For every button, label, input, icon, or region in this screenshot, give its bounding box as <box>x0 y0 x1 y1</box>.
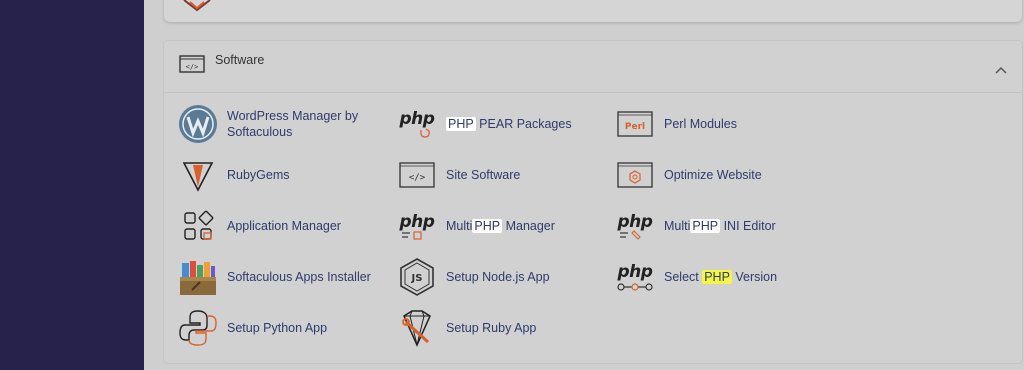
section-title: Software <box>215 53 265 67</box>
select-php-version-icon: php <box>615 257 655 297</box>
optimize-website-link[interactable]: Optimize Website <box>615 155 762 195</box>
svg-text:</>: </> <box>409 173 426 183</box>
select-php-version-link[interactable]: php Select PHP Version <box>615 257 777 297</box>
php-pear-packages-link[interactable]: php PHP PEAR Packages <box>397 104 572 144</box>
multiphp-ini-editor-link[interactable]: php Multi PHP INI Editor <box>615 206 776 246</box>
chevron-up-icon[interactable] <box>995 59 1007 78</box>
label-prefix: Select <box>664 270 703 284</box>
label-suffix: INI Editor <box>720 219 776 233</box>
rubygems-link[interactable]: RubyGems <box>178 155 290 195</box>
item-label: RubyGems <box>227 168 290 182</box>
rubygems-icon <box>178 155 218 195</box>
search-highlight: PHP <box>446 117 476 131</box>
setup-ruby-app-link[interactable]: Setup Ruby App <box>397 308 536 348</box>
python-icon <box>178 308 218 348</box>
multiphp-ini-editor-icon: php <box>615 206 655 246</box>
svg-text:</>: </> <box>186 63 199 71</box>
php-pear-icon: php <box>397 104 437 144</box>
site-software-link[interactable]: </> Site Software <box>397 155 520 195</box>
item-label: Optimize Website <box>664 168 762 182</box>
label-prefix: Multi <box>664 219 691 233</box>
item-label: WordPress Manager by Softaculous <box>227 109 359 139</box>
item-label: Setup Ruby App <box>446 321 537 335</box>
perl-modules-link[interactable]: Perl Perl Modules <box>615 104 737 144</box>
label-suffix: PEAR Packages <box>475 117 572 131</box>
multiphp-manager-link[interactable]: php Multi PHP Manager <box>397 206 555 246</box>
svg-text:JS: JS <box>411 273 423 284</box>
setup-python-app-link[interactable]: Setup Python App <box>178 308 327 348</box>
wordpress-manager-link[interactable]: WordPress Manager by Softaculous <box>178 104 377 144</box>
application-manager-link[interactable]: Application Manager <box>178 206 341 246</box>
item-label: Softaculous Apps Installer <box>227 270 371 284</box>
site-software-icon: </> <box>397 155 437 195</box>
software-panel: </> Software WordPress Manager by Softac… <box>164 41 1022 363</box>
multiphp-manager-icon: php <box>397 206 437 246</box>
search-highlight-current: PHP <box>702 270 732 284</box>
search-highlight: PHP <box>472 219 503 233</box>
previous-section-card <box>164 0 1022 22</box>
item-label: Perl Modules <box>664 117 737 131</box>
cut-off-icon <box>180 0 214 16</box>
softaculous-icon <box>178 257 218 297</box>
optimize-website-icon <box>615 155 655 195</box>
wordpress-icon <box>178 104 218 144</box>
item-label: Application Manager <box>227 219 341 233</box>
ruby-app-icon <box>397 308 437 348</box>
label-suffix: Manager <box>502 219 555 233</box>
code-window-icon: </> <box>179 54 205 78</box>
item-label: Site Software <box>446 168 521 182</box>
software-section-header[interactable]: </> Software <box>164 41 1022 93</box>
setup-nodejs-app-link[interactable]: JS Setup Node.js App <box>397 257 550 297</box>
application-manager-icon <box>178 206 218 246</box>
item-label: Setup Node.js App <box>446 270 550 284</box>
item-label: Setup Python App <box>227 321 328 335</box>
svg-text:Perl: Perl <box>625 122 645 132</box>
nodejs-icon: JS <box>397 257 437 297</box>
search-highlight: PHP <box>690 219 721 233</box>
label-suffix: Version <box>731 270 778 284</box>
label-prefix: Multi <box>446 219 473 233</box>
softaculous-apps-installer-link[interactable]: Softaculous Apps Installer <box>178 257 371 297</box>
sidebar <box>0 0 144 370</box>
perl-icon: Perl <box>615 104 655 144</box>
